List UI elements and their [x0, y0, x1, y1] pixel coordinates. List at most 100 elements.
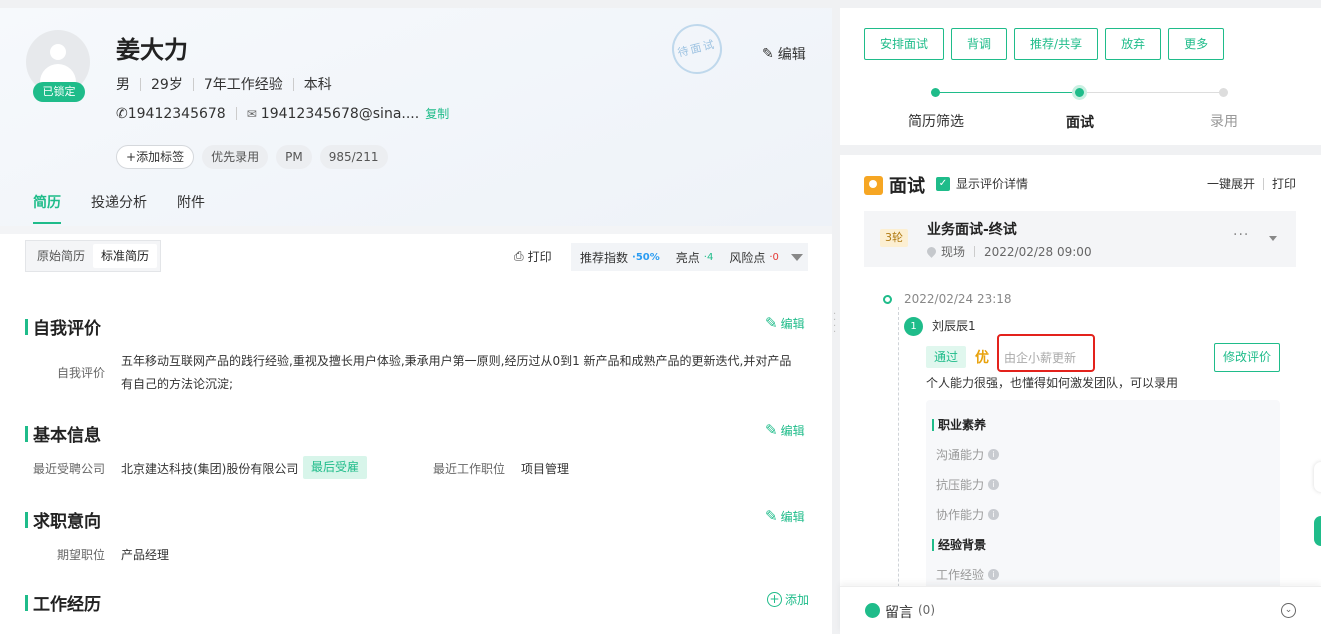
tag: PM [276, 145, 312, 169]
print-interview-button[interactable]: 打印 [1272, 175, 1296, 192]
step-hire: 录用 [1210, 114, 1238, 130]
section-title-work: 工作经历 [25, 590, 101, 615]
self-eval-line1: 五年移动互联网产品的践行经验,重视及擅长用户体验,秉承用户第一原则,经历过从0到… [121, 354, 792, 368]
timeline-dot [883, 295, 892, 304]
eval-item: 沟通能力 i [936, 446, 1000, 463]
section-title-basic: 基本信息 [25, 421, 101, 446]
score-bar[interactable]: 推荐指数 ·50% 亮点 ·4 风险点 ·0 [571, 243, 808, 271]
more-button[interactable]: 更多 [1168, 28, 1225, 60]
add-work-button[interactable]: + 添加 [767, 591, 809, 608]
locked-badge: 已锁定 [33, 82, 85, 102]
contact-row: ✆ 19412345678 ✉ 19412345678@sina.... 复制 [116, 105, 449, 122]
print-resume-button[interactable]: ⎙ 打印 [514, 248, 552, 265]
add-tag-button[interactable]: +添加标签 [116, 145, 195, 169]
round-location: 现场 [941, 245, 966, 259]
interview-icon [864, 175, 883, 195]
standard-resume-option[interactable]: 标准简历 [93, 244, 158, 268]
edit-intent-button[interactable]: ✎ 编辑 [765, 507, 805, 525]
step-progress-done [935, 92, 1080, 93]
round-datetime: 2022/02/28 09:00 [984, 244, 1092, 259]
pencil-icon: ✎ [765, 421, 778, 439]
risk-label: 风险点 [729, 250, 766, 265]
result-badge: 通过 [926, 346, 967, 368]
plus-icon: + [126, 150, 137, 164]
printer-icon: ⎙ [514, 249, 524, 263]
expand-all-button[interactable]: 一键展开 [1207, 175, 1255, 192]
resume-panel: 已锁定 姜大力 男 29岁 7年工作经验 本科 ✆ 19412345678 ✉ … [0, 8, 832, 634]
step-dot-screening [931, 88, 940, 97]
step-dot-interview [1072, 85, 1087, 100]
panel-resize-handle[interactable]: · · · · [833, 310, 837, 338]
self-eval-line2: 有自己的方法论沉淀; [121, 377, 234, 391]
tag: 985/211 [319, 145, 388, 169]
round-badge: 3轮 [880, 229, 908, 247]
abandon-button[interactable]: 放弃 [1105, 28, 1162, 60]
risk-value: ·0 [769, 251, 779, 263]
tab-attachments[interactable]: 附件 [177, 192, 205, 212]
step-progress-pending [1081, 92, 1222, 93]
info-icon[interactable]: i [988, 479, 1000, 490]
info-icon[interactable]: i [988, 449, 1000, 460]
side-float-button[interactable] [1314, 462, 1321, 492]
step-screening: 简历筛选 [908, 114, 964, 130]
recommend-share-button[interactable]: 推荐/共享 [1014, 28, 1099, 60]
update-note: 由企小薪更新 [1004, 351, 1077, 365]
interview-card: 面试 ✓ 显示评价详情 一键展开 打印 3轮 业务面试-终试 现场 2022/02… [840, 155, 1321, 634]
grade: 优 [975, 350, 989, 366]
tab-indicator [33, 222, 61, 224]
candidate-name: 姜大力 [116, 36, 188, 64]
chevron-down-icon[interactable] [790, 253, 803, 261]
phone-icon: ✆ [116, 105, 128, 122]
copy-link[interactable]: 复制 [425, 105, 449, 122]
check-icon: ✓ [936, 176, 950, 191]
candidate-meta: 男 29岁 7年工作经验 本科 [116, 74, 332, 94]
show-detail-checkbox[interactable]: ✓ 显示评价详情 [936, 175, 1028, 192]
edit-self-eval-button[interactable]: ✎ 编辑 [765, 314, 805, 332]
eval-item: 协作能力 i [936, 506, 1000, 523]
tab-resume[interactable]: 简历 [33, 192, 61, 212]
round-info: 现场 2022/02/28 09:00 [925, 243, 1092, 260]
interview-round[interactable]: 3轮 业务面试-终试 现场 2022/02/28 09:00 ··· [864, 211, 1296, 267]
timeline-line [898, 307, 899, 634]
message-bar[interactable]: 留言 (0) ⌄ [840, 586, 1321, 634]
edit-basic-button[interactable]: ✎ 编辑 [765, 421, 805, 439]
message-label: 留言 [885, 605, 913, 621]
chevron-down-icon[interactable] [1269, 236, 1277, 241]
round-name: 业务面试-终试 [927, 222, 1017, 238]
section-title-intent: 求职意向 [25, 507, 101, 532]
edit-candidate-button[interactable]: ✎ 编辑 [762, 44, 806, 64]
interview-tools: 一键展开 打印 [1207, 175, 1296, 192]
schedule-interview-button[interactable]: 安排面试 [864, 28, 945, 60]
modify-evaluation-button[interactable]: 修改评价 [1214, 343, 1281, 372]
section-title-self-eval: 自我评价 [25, 314, 101, 339]
company-label: 最近受聘公司 [33, 462, 106, 476]
position-label: 最近工作职位 [433, 462, 506, 476]
tab-delivery-analysis[interactable]: 投递分析 [91, 192, 147, 212]
chevron-down-icon[interactable]: ⌄ [1281, 603, 1296, 618]
phone: 19412345678 [127, 105, 226, 122]
intent-value: 产品经理 [121, 548, 170, 562]
info-icon[interactable]: i [988, 509, 1000, 520]
action-buttons: 安排面试 背调 推荐/共享 放弃 更多 [864, 28, 1225, 60]
education: 本科 [303, 77, 332, 93]
tag: 优先录用 [202, 145, 269, 169]
highlight-value: ·4 [703, 251, 714, 263]
gender: 男 [116, 77, 130, 93]
email: 19412345678@sina.... [260, 105, 420, 122]
record-date: 2022/02/24 23:18 [904, 292, 1012, 306]
company-value: 北京建达科技(集团)股份有限公司 [121, 462, 299, 476]
interviewer-index: 1 [904, 317, 923, 336]
score-label: 推荐指数 [580, 250, 629, 265]
side-float-button[interactable] [1314, 516, 1321, 546]
evaluation-comment: 个人能力很强，也懂得如何激发团队，可以录用 [926, 376, 1179, 390]
info-icon[interactable]: i [988, 569, 1000, 580]
background-check-button[interactable]: 背调 [951, 28, 1008, 60]
score-value: ·50% [632, 251, 660, 263]
pencil-icon: ✎ [762, 46, 774, 62]
intent-label: 期望职位 [57, 548, 106, 562]
pencil-icon: ✎ [765, 314, 778, 332]
message-icon [865, 603, 880, 618]
more-icon[interactable]: ··· [1233, 227, 1249, 243]
original-resume-option[interactable]: 原始简历 [29, 244, 93, 268]
self-eval-label: 自我评价 [57, 366, 106, 380]
